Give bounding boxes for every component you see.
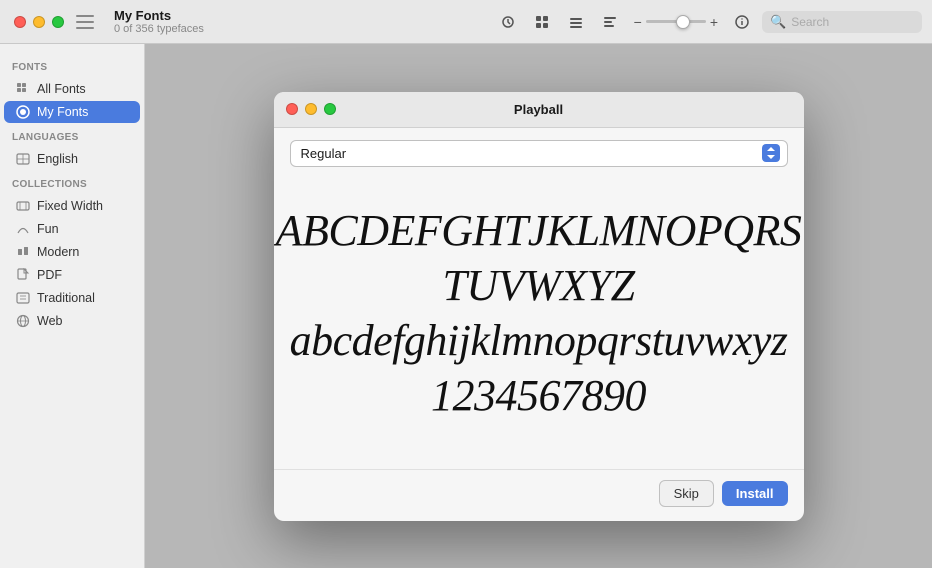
titlebar-title: My Fonts	[114, 8, 204, 23]
skip-button[interactable]: Skip	[659, 480, 714, 507]
sidebar-item-my-fonts[interactable]: My Fonts	[4, 101, 140, 123]
modal-dialog: Playball Regular ABCDEFG	[274, 92, 804, 521]
english-label: English	[37, 152, 78, 166]
collections-section-label: Collections	[0, 171, 144, 194]
content-area: Playball Regular ABCDEFG	[145, 44, 932, 568]
modal-body: Regular ABCDEFGHTJKLMNOPQRS TUVWXYZ abcd…	[274, 128, 804, 469]
fixed-width-label: Fixed Width	[37, 199, 103, 213]
preview-line1: ABCDEFGHTJKLMNOPQRS	[276, 206, 802, 255]
modal-minimize-button[interactable]	[305, 103, 317, 115]
modal-window-controls	[286, 103, 336, 115]
fun-label: Fun	[37, 222, 59, 236]
font-preview-text: ABCDEFGHTJKLMNOPQRS TUVWXYZ abcdefghijkl…	[276, 203, 802, 423]
style-select[interactable]: Regular	[290, 140, 788, 167]
sidebar-item-all-fonts[interactable]: All Fonts	[4, 78, 140, 100]
style-select-wrapper: Regular	[290, 140, 788, 167]
detail-view-button[interactable]	[596, 11, 624, 33]
modal-close-button[interactable]	[286, 103, 298, 115]
sidebar-item-modern[interactable]: Modern	[4, 241, 140, 263]
my-fonts-icon	[16, 105, 30, 119]
size-increase-button[interactable]: +	[710, 14, 718, 30]
style-select-row: Regular	[290, 140, 788, 167]
modal-maximize-button[interactable]	[324, 103, 336, 115]
font-preview-area: ABCDEFGHTJKLMNOPQRS TUVWXYZ abcdefghijkl…	[290, 183, 788, 453]
all-fonts-label: All Fonts	[37, 82, 86, 96]
slider-thumb[interactable]	[676, 15, 690, 29]
modal-title: Playball	[514, 102, 563, 117]
info-button[interactable]	[728, 11, 756, 33]
pdf-icon	[16, 268, 30, 282]
list-view-button[interactable]	[562, 11, 590, 33]
titlebar-info: My Fonts 0 of 356 typefaces	[114, 8, 204, 35]
size-decrease-button[interactable]: −	[634, 14, 642, 30]
modal-titlebar: Playball	[274, 92, 804, 128]
main-layout: Fonts All Fonts My Fonts Language	[0, 44, 932, 568]
install-button[interactable]: Install	[722, 481, 788, 506]
traditional-icon	[16, 291, 30, 305]
fonts-section-label: Fonts	[0, 54, 144, 77]
sidebar-item-fun[interactable]: Fun	[4, 218, 140, 240]
preview-line3: abcdefghijklmnopqrstuvwxyz	[290, 316, 788, 365]
grid-view-button[interactable]	[528, 11, 556, 33]
minimize-button[interactable]	[33, 16, 45, 28]
modal-footer: Skip Install	[274, 469, 804, 521]
search-icon: 🔍	[770, 14, 786, 30]
sidebar-item-pdf[interactable]: PDF	[4, 264, 140, 286]
titlebar: My Fonts 0 of 356 typefaces	[0, 0, 932, 44]
sidebar-item-fixed-width[interactable]: Fixed Width	[4, 195, 140, 217]
sidebar-item-english[interactable]: English	[4, 148, 140, 170]
close-button[interactable]	[14, 16, 26, 28]
sidebar-item-traditional[interactable]: Traditional	[4, 287, 140, 309]
traditional-label: Traditional	[37, 291, 95, 305]
font-size-slider[interactable]: − +	[634, 14, 718, 30]
english-icon	[16, 152, 30, 166]
web-icon	[16, 314, 30, 328]
web-label: Web	[37, 314, 62, 328]
fun-icon	[16, 222, 30, 236]
all-fonts-icon	[16, 82, 30, 96]
preview-line4: 1234567890	[431, 371, 646, 420]
modern-icon	[16, 245, 30, 259]
fixed-width-icon	[16, 199, 30, 213]
modern-label: Modern	[37, 245, 79, 259]
languages-section-label: Languages	[0, 124, 144, 147]
sidebar-item-web[interactable]: Web	[4, 310, 140, 332]
maximize-button[interactable]	[52, 16, 64, 28]
preview-button[interactable]	[494, 11, 522, 33]
slider-track[interactable]	[646, 20, 706, 23]
toolbar-actions: − + 🔍	[494, 11, 932, 33]
search-input[interactable]	[791, 15, 911, 29]
sidebar-toggle-button[interactable]	[76, 15, 94, 29]
window-controls	[0, 16, 64, 28]
titlebar-subtitle: 0 of 356 typefaces	[114, 23, 204, 35]
preview-line2: TUVWXYZ	[442, 261, 634, 310]
modal-overlay: Playball Regular ABCDEFG	[145, 44, 932, 568]
my-fonts-label: My Fonts	[37, 105, 88, 119]
search-box[interactable]: 🔍	[762, 11, 922, 33]
sidebar: Fonts All Fonts My Fonts Language	[0, 44, 145, 568]
pdf-label: PDF	[37, 268, 62, 282]
